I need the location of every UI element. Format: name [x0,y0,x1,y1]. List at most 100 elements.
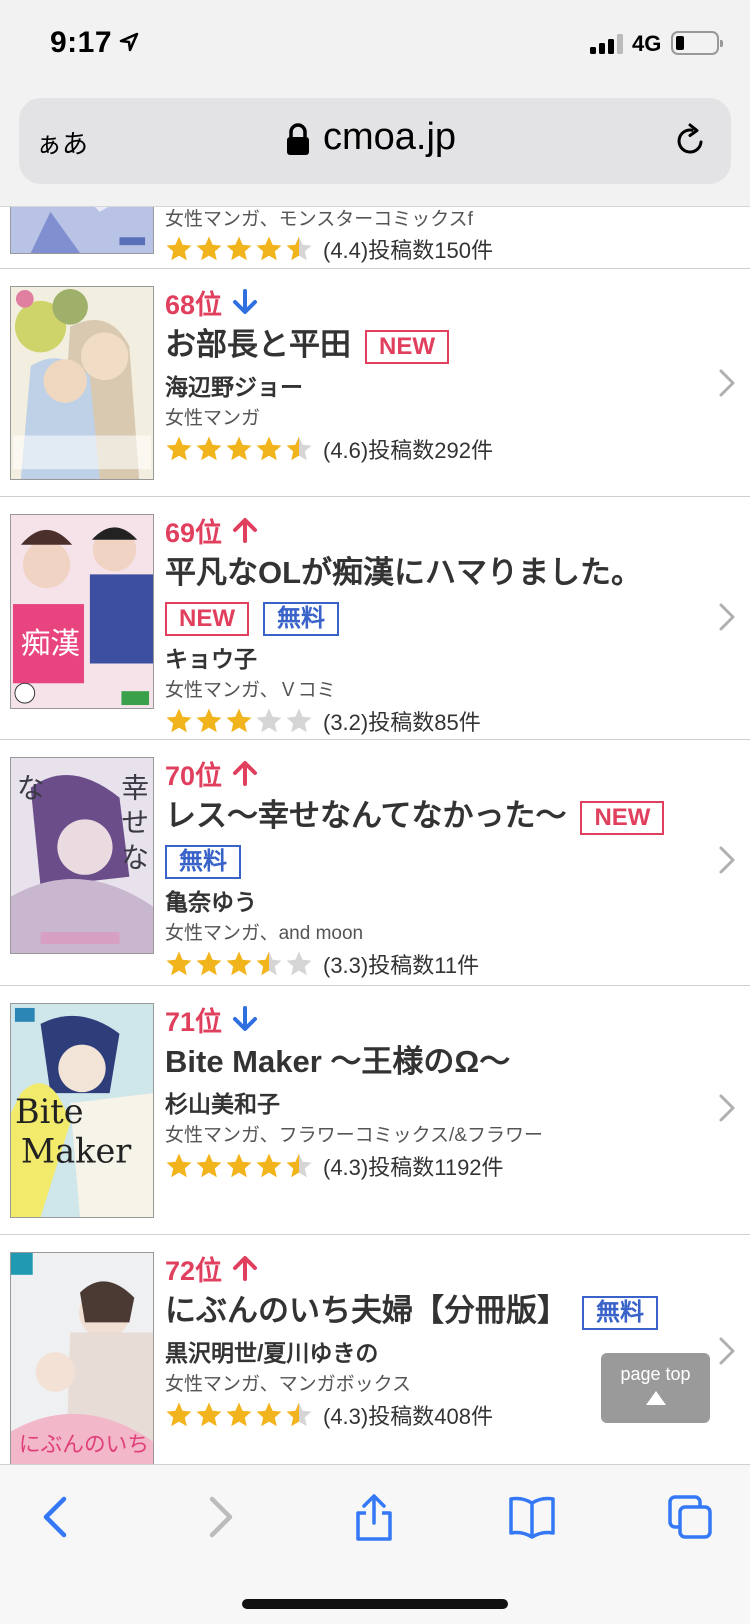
svg-text:せ: せ [121,806,149,839]
star-icon [256,1402,282,1427]
rating: (4.6)投稿数292件 [165,433,702,465]
svg-text:な: な [17,772,45,805]
star-rating [165,435,315,463]
item-info: 69位 平凡なOLが痴漢にハマりました。 NEW 無料 キョウ子 女性マンガ、Ｖコ… [165,513,702,737]
star-icon [286,951,312,976]
signal-icon [590,34,623,54]
svg-text:な: な [121,841,149,874]
badge-row: NEW 無料 [165,599,702,639]
list-item[interactable]: 68位 お部長と平田 NEW 海辺野ジョー 女性マンガ (4.6)投稿数292件 [0,269,750,497]
share-icon[interactable] [350,1493,398,1541]
book-cover[interactable]: 幸 せ な な [10,757,154,954]
book-cover[interactable]: Bite Maker [10,1003,154,1218]
reload-icon[interactable] [672,123,708,159]
chevron-right-icon[interactable] [718,845,736,875]
star-icon [226,1153,252,1178]
star-icon [286,236,312,261]
svg-text:Maker: Maker [21,1131,132,1170]
rating-text: (4.4)投稿数150件 [323,238,493,263]
star-icon [196,708,222,733]
star-icon [226,1402,252,1427]
item-title-line[interactable]: お部長と平田 NEW [165,323,702,367]
item-title-line[interactable]: レス〜幸せなんてなかった〜 NEW [165,794,702,838]
new-badge: NEW [365,329,449,364]
item-genre: 女性マンガ、モンスターコミックスf [165,209,473,230]
item-genre: 女性マンガ、and moon [165,923,364,944]
rank-down-arrow-icon [233,1006,258,1031]
chevron-right-icon[interactable] [718,602,736,632]
list-item[interactable]: 幸 せ な な 70位 レス〜幸せなんてなかった〜 NEW 無料 亀奈ゆう 女性マ… [0,740,750,986]
network-type: 4G [632,31,662,56]
item-author: 杉山美和子 [165,1091,280,1117]
star-icon [256,951,282,976]
rank-label: 71位 [165,1002,702,1037]
url-host[interactable]: cmoa.jp [323,116,456,159]
item-title-line[interactable]: にぶんのいち夫婦【分冊版】 無料 [165,1289,702,1333]
item-author: 海辺野ジョー [165,374,303,400]
rating-text: (3.3)投稿数11件 [323,953,480,978]
address-bar[interactable]: ぁあ cmoa.jp [19,98,731,184]
book-cover[interactable] [10,286,154,480]
star-icon [256,236,282,261]
svg-text:痴漢: 痴漢 [21,626,80,661]
item-title[interactable]: お部長と平田 [165,327,351,362]
rank-up-arrow-icon [233,518,258,543]
battery-icon [671,31,723,55]
star-icon [286,1402,312,1427]
rank-down-arrow-icon [233,289,258,314]
rank-label: 70位 [165,756,702,791]
star-icon [286,436,312,461]
forward-icon[interactable] [194,1493,242,1541]
item-title[interactable]: にぶんのいち夫婦【分冊版】 [165,1293,568,1328]
item-title[interactable]: 平凡なOLが痴漢にハマりました。 [165,551,702,595]
status-time: 9:17 [50,26,113,59]
rank-label: 68位 [165,285,702,320]
tabs-icon[interactable] [666,1493,714,1541]
chevron-right-icon[interactable] [718,1336,736,1366]
item-title[interactable]: Bite Maker 〜王様のΩ〜 [165,1040,702,1084]
rating: (3.2)投稿数85件 [165,705,702,737]
rank-label: 72位 [165,1251,702,1286]
item-info: 女性マンガ、モンスターコミックスf (4.4)投稿数150件 [165,207,702,265]
free-badge: 無料 [263,601,339,636]
new-badge: NEW [165,601,249,636]
list-item[interactable]: 痴漢 69位 平凡なOLが痴漢にハマりました。 NEW 無料 キョウ子 女性マンガ… [0,497,750,740]
rating-text: (4.3)投稿数1192件 [323,1155,504,1180]
star-rating [165,1152,315,1180]
badge-row: 無料 [165,842,702,882]
list-item[interactable]: にぶんのいち 72位 にぶんのいち夫婦【分冊版】 無料 黒沢明世/夏川ゆきの 女性… [0,1235,750,1464]
star-icon [166,951,192,976]
list-item[interactable]: 女性マンガ、モンスターコミックスf (4.4)投稿数150件 [0,207,750,269]
chevron-right-icon[interactable] [718,368,736,398]
item-genre: 女性マンガ [165,408,261,429]
rating-text: (3.2)投稿数85件 [323,710,481,735]
star-icon [196,236,222,261]
svg-text:にぶんのいち: にぶんのいち [19,1432,149,1457]
rank-number: 72位 [165,1255,223,1286]
item-title[interactable]: レス〜幸せなんてなかった〜 [165,798,566,833]
star-icon [196,1153,222,1178]
star-icon [286,708,312,733]
star-icon [166,708,192,733]
star-rating [165,707,315,735]
star-icon [256,708,282,733]
rating: (4.4)投稿数150件 [165,233,702,265]
new-badge: NEW [580,800,665,835]
rank-label: 69位 [165,513,702,548]
text-size-button[interactable]: ぁあ [36,124,88,161]
list-item[interactable]: Bite Maker 71位 Bite Maker 〜王様のΩ〜 杉山美和子 女… [0,986,750,1235]
chevron-right-icon[interactable] [718,1093,736,1123]
svg-text:Bite: Bite [15,1092,84,1131]
book-cover[interactable]: 痴漢 [10,514,154,709]
star-icon [256,1153,282,1178]
rank-number: 70位 [165,760,223,791]
rating: (3.3)投稿数11件 [165,948,702,980]
book-cover[interactable] [10,207,154,254]
star-icon [226,436,252,461]
book-cover[interactable]: にぶんのいち [10,1252,154,1464]
back-icon[interactable] [34,1493,82,1541]
bookmarks-icon[interactable] [508,1493,556,1541]
rank-number: 71位 [165,1006,223,1037]
page-top-button[interactable]: page top [601,1353,710,1423]
up-triangle-icon [645,1391,666,1405]
